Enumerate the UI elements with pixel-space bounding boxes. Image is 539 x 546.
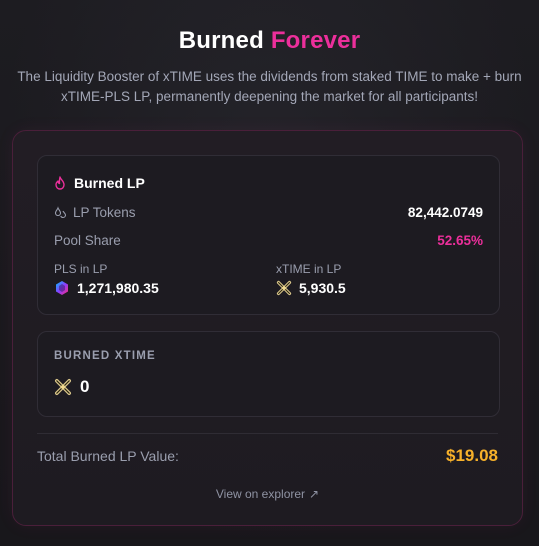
burned-xtime-panel: BURNED XTIME 0 — [37, 331, 500, 417]
burned-xtime-label: BURNED XTIME — [54, 350, 156, 362]
pls-in-lp-label: PLS in LP — [54, 262, 108, 276]
pls-in-lp-amount: 1,271,980.35 — [54, 280, 159, 296]
external-link-icon: ↗ — [309, 487, 320, 501]
total-burned-lp-value: $19.08 — [446, 446, 498, 465]
pool-share-row: Pool Share 52.65% — [54, 233, 483, 248]
total-burned-lp-label: Total Burned LP Value: — [37, 448, 179, 464]
burned-lp-heading: Burned LP — [54, 175, 145, 191]
title-main: Burned — [178, 27, 264, 54]
xtime-in-lp-label: xTIME in LP — [276, 262, 342, 276]
burned-xtime-value: 0 — [80, 377, 90, 396]
burned-xtime-amount: 0 — [54, 377, 89, 397]
lp-tokens-label: LP Tokens — [73, 205, 136, 220]
burned-lp-title: Burned LP — [74, 175, 145, 191]
burned-forever-page: Burned Forever The Liquidity Booster of … — [0, 0, 539, 546]
xtime-token-icon — [54, 378, 72, 396]
lp-tokens-value: 82,442.0749 — [407, 205, 483, 220]
burn-stats-card: Burned LP LP Tokens 82,442.0749 Pool Sha… — [12, 130, 523, 526]
pool-share-value: 52.65% — [437, 233, 483, 248]
pls-in-lp-value: 1,271,980.35 — [77, 280, 159, 296]
page-description: The Liquidity Booster of xTIME uses the … — [17, 69, 522, 104]
page-title: Burned Forever — [0, 27, 539, 55]
xtime-in-lp-value: 5,930.5 — [299, 280, 346, 296]
divider — [37, 433, 498, 434]
burned-lp-panel: Burned LP LP Tokens 82,442.0749 Pool Sha… — [37, 155, 500, 315]
flame-icon — [54, 176, 66, 190]
view-on-explorer-link[interactable]: View on explorer ↗ — [13, 487, 522, 501]
lp-tokens-row: LP Tokens 82,442.0749 — [54, 205, 483, 220]
view-on-explorer-label: View on explorer — [215, 487, 306, 501]
xtime-in-lp-amount: 5,930.5 — [276, 280, 346, 296]
xtime-token-icon — [276, 280, 292, 296]
pls-token-icon — [54, 280, 70, 296]
total-burned-lp-row: Total Burned LP Value: $19.08 — [37, 446, 498, 466]
lp-tokens-label-wrap: LP Tokens — [54, 205, 136, 220]
pool-share-label: Pool Share — [54, 233, 121, 248]
droplets-icon — [54, 206, 67, 219]
title-accent: Forever — [270, 27, 361, 54]
